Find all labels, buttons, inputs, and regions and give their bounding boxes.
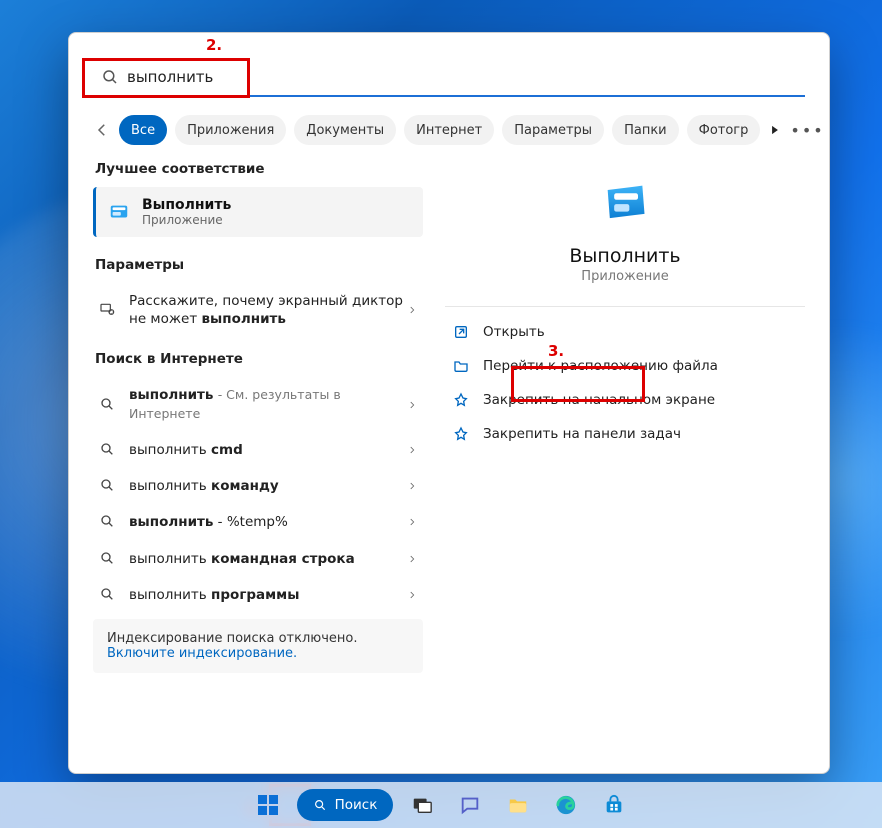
run-app-icon: [599, 177, 651, 229]
result-text: Расскажите, почему экранный диктор не мо…: [129, 292, 407, 328]
result-text: выполнить командная строка: [129, 550, 355, 568]
enable-indexing-link[interactable]: Включите индексирование.: [107, 646, 297, 661]
result-text: выполнить - См. результаты в Интернете: [129, 386, 407, 422]
tab-documents[interactable]: Документы: [294, 115, 396, 145]
result-text: выполнить - %temp%: [129, 513, 288, 531]
scroll-right-icon[interactable]: [768, 123, 782, 137]
detail-title: Выполнить: [569, 245, 680, 267]
action-open-location-label: Перейти к расположению файла: [483, 358, 718, 374]
tab-apps[interactable]: Приложения: [175, 115, 286, 145]
search-icon: [101, 68, 119, 86]
action-pin-start[interactable]: Закрепить на начальном экране: [445, 383, 805, 417]
tab-internet[interactable]: Интернет: [404, 115, 494, 145]
more-icon[interactable]: •••: [790, 121, 824, 140]
action-open-label: Открыть: [483, 324, 545, 340]
pin-icon: [453, 392, 469, 408]
tab-folders[interactable]: Папки: [612, 115, 679, 145]
web-result[interactable]: выполнить командная строка: [93, 541, 423, 577]
task-view-button[interactable]: [403, 786, 441, 824]
search-input[interactable]: [127, 68, 797, 86]
search-flyout: Все Приложения Документы Интернет Параме…: [68, 32, 830, 774]
filter-tabs: Все Приложения Документы Интернет Параме…: [69, 97, 829, 159]
web-result[interactable]: выполнить программы: [93, 577, 423, 613]
taskbar: Поиск: [0, 782, 882, 828]
search-icon: [99, 550, 117, 568]
detail-subtitle: Приложение: [581, 269, 668, 284]
action-pin-taskbar-label: Закрепить на панели задач: [483, 426, 681, 442]
start-button[interactable]: [249, 786, 287, 824]
search-icon: [99, 441, 117, 459]
web-result[interactable]: выполнить команду: [93, 468, 423, 504]
action-open-location[interactable]: Перейти к расположению файла: [445, 349, 805, 383]
divider: [445, 306, 805, 307]
result-text: выполнить cmd: [129, 441, 243, 459]
section-web: Поиск в Интернете: [95, 351, 423, 367]
indexing-notice-text: Индексирование поиска отключено.: [107, 631, 409, 646]
settings-result[interactable]: Расскажите, почему экранный диктор не мо…: [93, 283, 423, 337]
search-icon: [99, 396, 117, 414]
edge-button[interactable]: [547, 786, 585, 824]
best-match-subtitle: Приложение: [142, 213, 231, 227]
section-best-match: Лучшее соответствие: [95, 161, 423, 177]
result-text: выполнить программы: [129, 586, 299, 604]
run-app-icon: [108, 201, 130, 223]
chat-button[interactable]: [451, 786, 489, 824]
search-icon: [99, 513, 117, 531]
action-open[interactable]: Открыть: [445, 315, 805, 349]
best-match-result[interactable]: Выполнить Приложение: [93, 187, 423, 237]
open-external-icon: [453, 324, 469, 340]
search-field[interactable]: [93, 59, 805, 97]
result-text: выполнить команду: [129, 477, 279, 495]
tab-settings[interactable]: Параметры: [502, 115, 604, 145]
web-result[interactable]: выполнить cmd: [93, 432, 423, 468]
taskbar-search[interactable]: Поиск: [297, 789, 394, 821]
taskbar-search-label: Поиск: [335, 797, 378, 813]
search-icon: [99, 477, 117, 495]
tab-all[interactable]: Все: [119, 115, 167, 145]
pin-icon: [453, 426, 469, 442]
store-button[interactable]: [595, 786, 633, 824]
best-match-title: Выполнить: [142, 197, 231, 213]
web-result[interactable]: выполнить - См. результаты в Интернете: [93, 377, 423, 431]
action-pin-taskbar[interactable]: Закрепить на панели задач: [445, 417, 805, 451]
tab-photos[interactable]: Фотогр: [687, 115, 761, 145]
folder-icon: [453, 358, 469, 374]
back-icon[interactable]: [93, 121, 111, 139]
web-result[interactable]: выполнить - %temp%: [93, 504, 423, 540]
section-settings: Параметры: [95, 257, 423, 273]
display-settings-icon: [99, 301, 117, 319]
action-pin-start-label: Закрепить на начальном экране: [483, 392, 715, 408]
file-explorer-button[interactable]: [499, 786, 537, 824]
indexing-notice: Индексирование поиска отключено. Включит…: [93, 619, 423, 673]
search-icon: [99, 586, 117, 604]
